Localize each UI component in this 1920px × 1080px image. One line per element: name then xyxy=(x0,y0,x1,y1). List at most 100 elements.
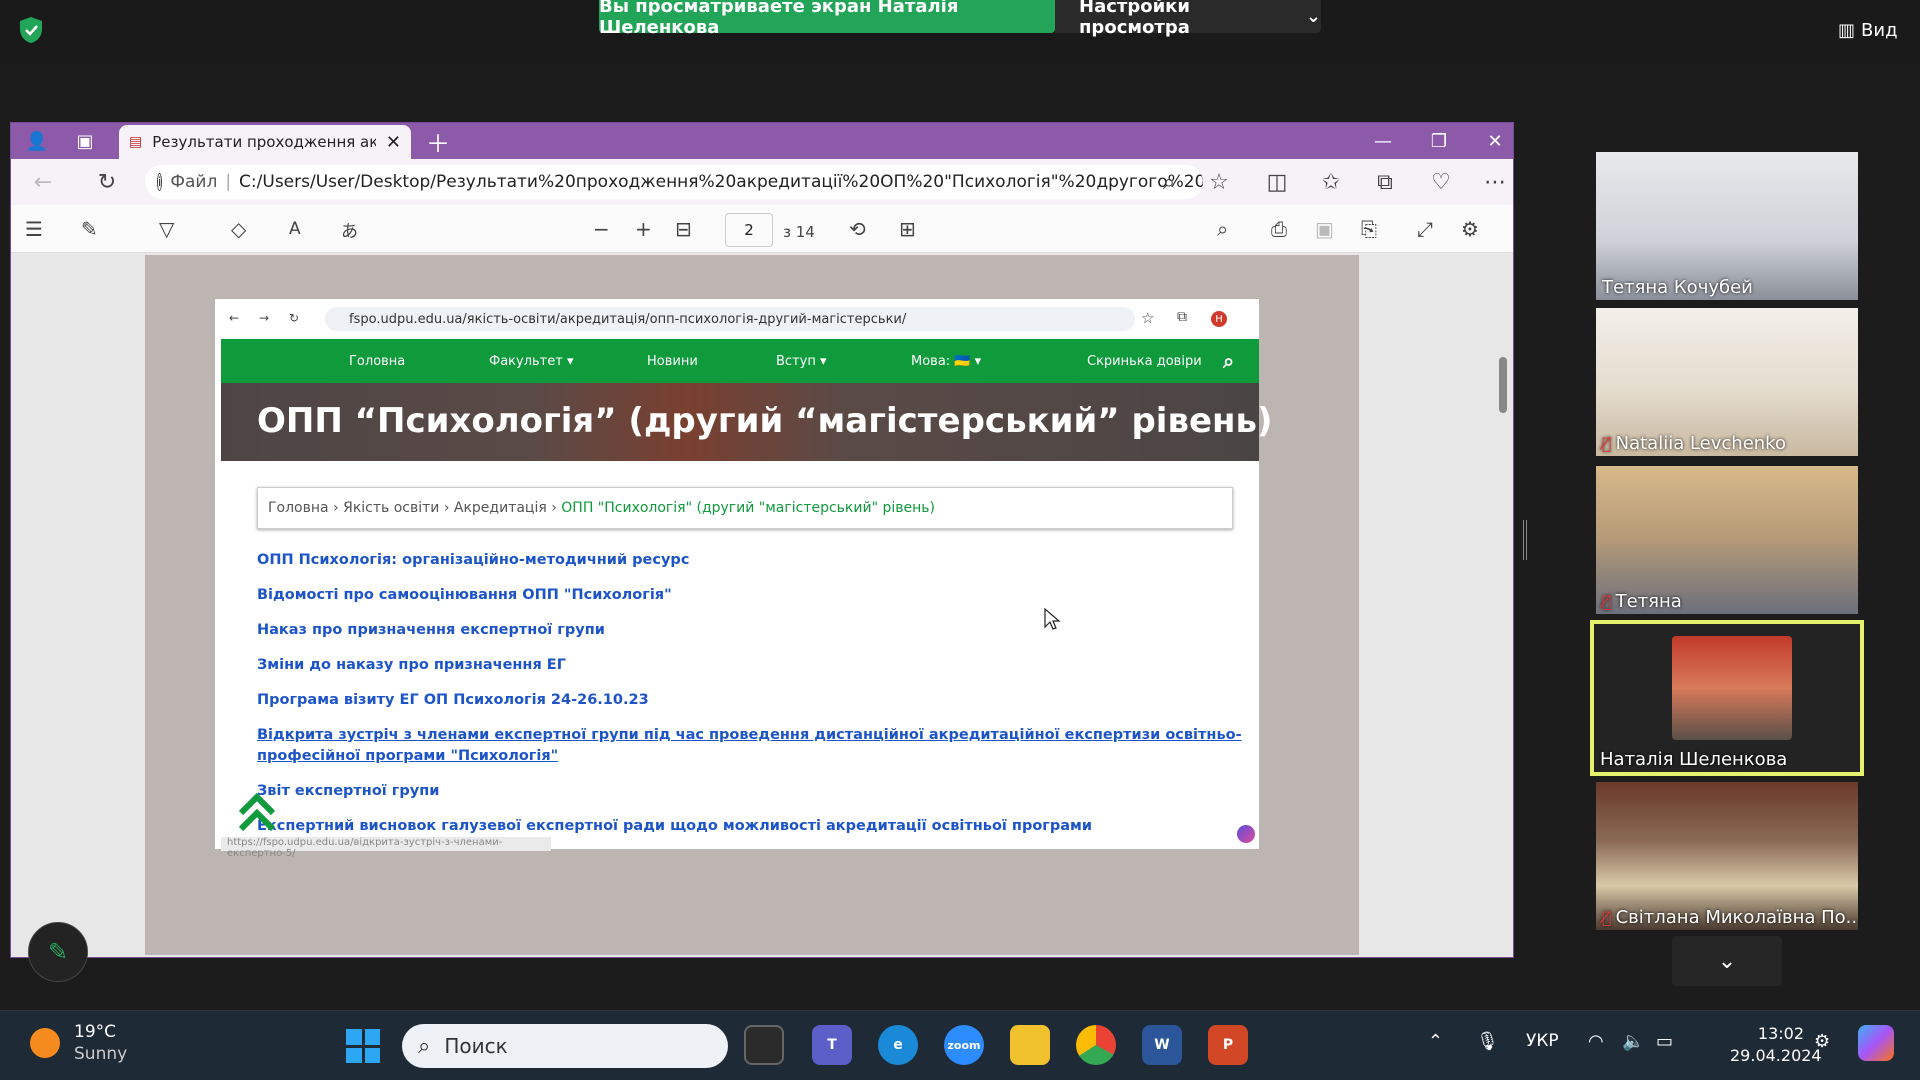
view-button[interactable]: ▥ Вид xyxy=(1838,20,1898,41)
site-nav-item: Головна xyxy=(349,353,406,369)
page-view-icon[interactable]: ⊞ xyxy=(899,215,916,243)
save-as-icon[interactable]: ⎘ xyxy=(1361,215,1377,243)
restore-button[interactable]: ❐ xyxy=(1411,123,1467,159)
time: 13:02 xyxy=(1757,1024,1804,1043)
zoom-app-icon[interactable]: zoom xyxy=(944,1025,984,1065)
word-icon[interactable]: W xyxy=(1142,1025,1182,1065)
video-tile[interactable]: Тетяна Кочубей xyxy=(1596,152,1858,300)
search-placeholder: Поиск xyxy=(444,1034,508,1058)
copilot-icon[interactable] xyxy=(1858,1025,1894,1061)
close-icon[interactable]: ✕ xyxy=(386,132,401,153)
participant-name: 🎙̸ Nataliia Levchenko xyxy=(1602,433,1786,454)
site-link: Експертний висновок галузевої експертної… xyxy=(257,818,1093,834)
edge-icon[interactable]: e xyxy=(878,1025,918,1065)
minimize-button[interactable]: — xyxy=(1355,123,1411,159)
participant-name-text: Тетяна Кочубей xyxy=(1602,277,1753,298)
annotate-button[interactable]: ✎ xyxy=(28,922,88,982)
vertical-scrollbar[interactable] xyxy=(1497,257,1511,953)
notification-icon[interactable]: ⚙ xyxy=(1814,1031,1830,1052)
clock[interactable]: 13:02 29.04.2024 xyxy=(1730,1023,1822,1067)
address-bar[interactable]: i Файл | C:/Users/User/Desktop/Результат… xyxy=(145,165,1203,199)
close-window-button[interactable]: ✕ xyxy=(1467,123,1523,159)
volume-icon[interactable]: 🔈 xyxy=(1622,1031,1644,1052)
profile-icon[interactable]: 👤 xyxy=(19,123,55,159)
start-button[interactable] xyxy=(346,1029,380,1063)
more-participants-button[interactable]: ⌄ xyxy=(1672,936,1782,986)
site-link: Наказ про призначення експертної групи xyxy=(257,622,605,638)
draw-icon[interactable]: ▽ xyxy=(159,215,174,243)
pdf-viewport[interactable]: ← → ↻ fspo.udpu.edu.ua/якість-освіти/акр… xyxy=(11,253,1513,957)
new-tab-button[interactable]: ＋ xyxy=(426,123,450,159)
embedded-url: fspo.udpu.edu.ua/якість-освіти/акредитац… xyxy=(325,307,1135,331)
favorites-icon[interactable]: ✩ xyxy=(1311,159,1351,205)
video-tile-active[interactable]: Наталія Шеленкова xyxy=(1590,620,1864,776)
site-link: професійної програми "Психологія" xyxy=(257,748,559,764)
read-aloud-icon[interactable]: A xyxy=(289,215,301,243)
contents-icon[interactable]: ☰ xyxy=(25,215,43,243)
participant-video xyxy=(1672,636,1792,740)
mouse-cursor-icon xyxy=(1044,607,1061,630)
embedded-refresh-icon: ↻ xyxy=(289,311,300,325)
search-icon[interactable]: ⌕ xyxy=(1217,215,1228,243)
tab-strip: 👤 ▣ ▤ Результати проходження акред ✕ ＋ —… xyxy=(11,123,1513,159)
fit-width-icon[interactable]: ⊟ xyxy=(675,215,692,243)
wifi-icon[interactable]: ◠ xyxy=(1588,1031,1604,1052)
address-text: C:/Users/User/Desktop/Результати%20прохо… xyxy=(239,172,1203,192)
video-tile[interactable]: 🎙̸ Світлана Миколаївна По... xyxy=(1596,782,1858,930)
windows-taskbar: 19°C Sunny ⌕ Поиск T e zoom W P ⌃ 🎙 УКР … xyxy=(0,1010,1920,1080)
file-label: Файл xyxy=(170,172,218,192)
fullscreen-icon[interactable]: ⤢ xyxy=(1417,215,1433,243)
video-tile[interactable]: 🎙̸ Nataliia Levchenko xyxy=(1596,308,1858,456)
print-icon[interactable]: ⎙ xyxy=(1271,215,1287,243)
scroll-up-icon xyxy=(238,792,276,832)
zoom-out-icon[interactable]: ⌕ xyxy=(1149,159,1189,205)
view-button-label: Вид xyxy=(1861,20,1898,41)
date: 29.04.2024 xyxy=(1730,1046,1822,1065)
language-indicator[interactable]: УКР xyxy=(1526,1031,1559,1051)
scrollbar-thumb[interactable] xyxy=(1499,357,1507,413)
teams-icon[interactable]: T xyxy=(812,1025,852,1065)
refresh-icon[interactable]: ↻ xyxy=(87,159,127,205)
eraser-icon[interactable]: ◇ xyxy=(231,215,246,243)
site-search-icon: ⌕ xyxy=(1223,349,1235,373)
panel-resize-handle[interactable] xyxy=(1523,520,1527,560)
view-settings-button[interactable]: Настройки просмотра ⌄ xyxy=(1055,0,1321,38)
embedded-forward-icon: → xyxy=(259,311,270,325)
settings-gear-icon[interactable]: ⚙ xyxy=(1461,215,1479,243)
favorite-star-icon[interactable]: ☆ xyxy=(1199,159,1239,205)
weather-widget[interactable]: 19°C Sunny xyxy=(30,1021,127,1065)
rotate-icon[interactable]: ⟲ xyxy=(849,215,866,243)
browser-essentials-icon[interactable]: ♡ xyxy=(1421,159,1461,205)
site-nav-item: Новини xyxy=(647,353,698,369)
zoom-plus-icon[interactable]: + xyxy=(635,215,652,243)
site-link: ОПП Психологія: організаційно-методичний… xyxy=(257,552,690,568)
video-tile[interactable]: 🎙̸ Тетяна xyxy=(1596,466,1858,614)
chrome-icon[interactable] xyxy=(1076,1025,1116,1065)
collections-icon[interactable]: ⧉ xyxy=(1365,159,1405,205)
back-icon[interactable]: ← xyxy=(23,159,63,205)
taskbar-search[interactable]: ⌕ Поиск xyxy=(402,1024,728,1068)
pdf-page: ← → ↻ fspo.udpu.edu.ua/якість-освіти/акр… xyxy=(145,255,1359,955)
more-menu-icon[interactable]: ⋯ xyxy=(1475,159,1515,205)
muted-mic-icon: 🎙̸ xyxy=(1602,434,1612,453)
translate-icon[interactable]: あ xyxy=(341,215,358,243)
tab-actions-icon[interactable]: ▣ xyxy=(67,123,103,159)
zoom-minus-icon[interactable]: − xyxy=(593,215,610,243)
highlight-icon[interactable]: ✎ xyxy=(81,215,98,243)
site-link: Відомості про самооцінювання ОПП "Психол… xyxy=(257,587,672,603)
save-icon[interactable]: ▣ xyxy=(1315,215,1334,243)
site-nav-item: Мова: 🇺🇦 ▾ xyxy=(911,353,982,369)
embedded-star-icon: ☆ xyxy=(1141,309,1155,327)
tab-active-pdf[interactable]: ▤ Результати проходження акред ✕ xyxy=(119,125,411,159)
microphone-icon[interactable]: 🎙 xyxy=(1476,1031,1499,1052)
split-screen-icon[interactable]: ◫ xyxy=(1257,159,1297,205)
shield-icon[interactable] xyxy=(18,16,44,44)
page-number-input[interactable]: 2 xyxy=(725,213,773,247)
task-view-icon[interactable] xyxy=(744,1025,784,1065)
powerpoint-icon[interactable]: P xyxy=(1208,1025,1248,1065)
muted-mic-icon: 🎙̸ xyxy=(1602,592,1612,611)
battery-icon[interactable]: ▭ xyxy=(1656,1031,1673,1052)
pdf-icon: ▤ xyxy=(129,134,143,150)
chevron-up-icon[interactable]: ⌃ xyxy=(1428,1031,1443,1052)
file-explorer-icon[interactable] xyxy=(1010,1025,1050,1065)
